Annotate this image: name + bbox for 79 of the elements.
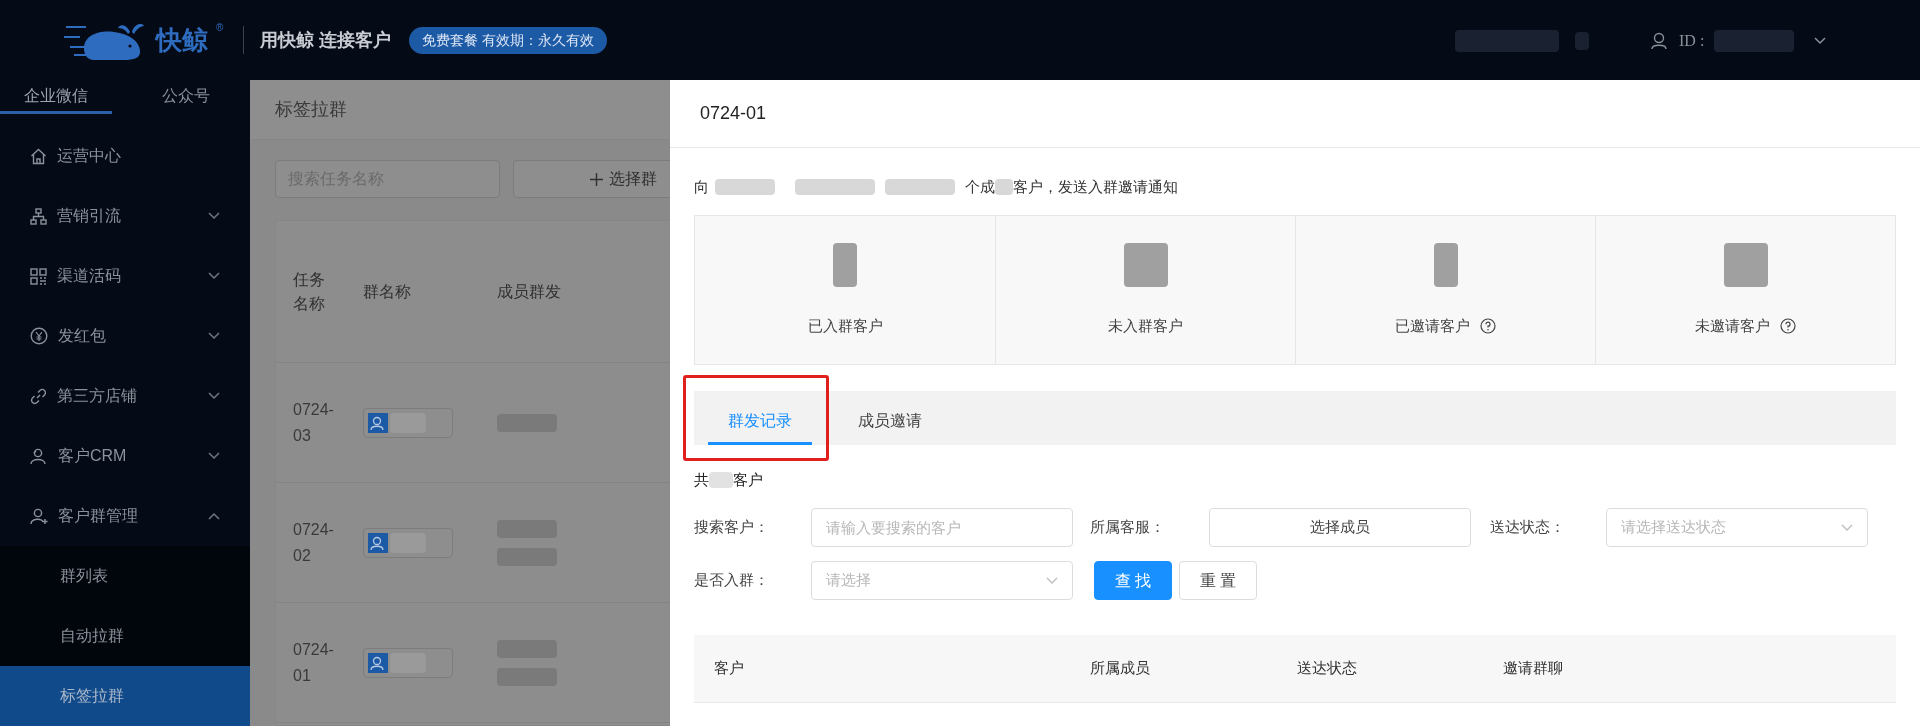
sidebar-menu-item[interactable]: 运营中心	[0, 126, 250, 186]
stat-label: 未入群客户	[1108, 315, 1183, 336]
stat-label: 未邀请客户	[1695, 315, 1770, 336]
user-id-label: ID :	[1679, 31, 1705, 51]
table-cell-text: 0724-03	[293, 399, 335, 446]
dropdown-chevron-icon	[1841, 523, 1853, 532]
account-dropdown-chevron-icon[interactable]	[1814, 37, 1827, 45]
help-icon[interactable]	[1480, 318, 1496, 334]
column-header: 客户	[713, 658, 745, 679]
blurred-block	[995, 179, 1013, 195]
registered-mark: ®	[216, 21, 224, 35]
users-icon	[30, 447, 48, 465]
customer-search-field[interactable]: 请输入要搜索的客户	[811, 508, 1073, 547]
sidebar-submenu-item[interactable]: 标签拉群	[0, 666, 250, 726]
expand-chevron-icon	[208, 452, 220, 460]
blurred-block	[709, 472, 733, 488]
logo-text: 快鲸	[156, 23, 208, 57]
column-header: 成员群发	[497, 281, 562, 302]
sidebar-menu-item[interactable]: 客户CRM	[0, 426, 250, 486]
sidebar-submenu-item[interactable]: 群列表	[0, 546, 250, 606]
column-header: 所属成员	[1090, 658, 1151, 679]
drawer-title: 0724-01	[700, 102, 767, 125]
sidebar-menu-item[interactable]: 营销引流	[0, 186, 250, 246]
notice-text: 向	[694, 176, 709, 197]
dropdown-chevron-icon	[1046, 576, 1058, 585]
yen-coin-icon	[30, 327, 48, 345]
blurred-block	[1433, 242, 1458, 287]
blurred-block	[1123, 242, 1168, 287]
drawer-tab[interactable]: 成员邀请	[838, 399, 942, 445]
home-icon	[30, 147, 47, 165]
expand-chevron-icon	[208, 332, 220, 340]
table-cell-text: 0724-02	[293, 519, 335, 566]
blurred-block	[1723, 242, 1768, 287]
plan-badge: 免费套餐 有效期：永久有效	[409, 26, 608, 54]
count-text: 共	[694, 469, 709, 490]
user-icon	[1651, 32, 1667, 50]
table-cell-text: 0724-01	[293, 639, 335, 686]
blurred-block	[1575, 32, 1589, 50]
link-icon	[30, 387, 47, 405]
count-text: 客户	[733, 469, 763, 490]
filter-label: 送达状态：	[1490, 517, 1566, 538]
blurred-block	[885, 179, 955, 195]
sidebar-submenu-item[interactable]: 自动拉群	[0, 606, 250, 666]
collapse-chevron-icon	[208, 512, 220, 520]
expand-chevron-icon	[208, 392, 220, 400]
sidebar-tab[interactable]: 公众号	[130, 80, 242, 114]
blurred-block	[715, 179, 775, 195]
qr-code-icon	[30, 267, 47, 285]
column-header: 邀请群聊	[1503, 658, 1564, 679]
column-header: 任务名称	[293, 269, 326, 314]
stat-label: 已邀请客户	[1395, 315, 1470, 336]
slogan: 用快鲸 连接客户	[260, 28, 392, 52]
filter-label: 搜索客户：	[694, 517, 770, 538]
filter-label: 所属客服：	[1090, 517, 1166, 538]
plus-icon	[589, 172, 603, 186]
filter-label: 是否入群：	[694, 570, 770, 591]
group-avatar-icon	[368, 412, 388, 433]
page-title: 标签拉群	[275, 98, 347, 121]
sidebar-tab[interactable]: 企业微信	[0, 80, 112, 114]
group-avatar-icon	[368, 652, 388, 673]
sidebar-menu-item[interactable]: 渠道活码	[0, 246, 250, 306]
search-button[interactable]: 查 找	[1094, 561, 1172, 600]
sidebar-menu-item[interactable]: 第三方店铺	[0, 366, 250, 426]
expand-chevron-icon	[208, 212, 220, 220]
sidebar-menu-item[interactable]: 客户群管理	[0, 486, 250, 546]
select-member-button[interactable]: 选择成员	[1209, 508, 1471, 547]
hierarchy-icon	[30, 207, 47, 225]
help-icon[interactable]	[1780, 318, 1796, 334]
users-add-icon	[30, 507, 48, 525]
reset-button[interactable]: 重 置	[1179, 561, 1257, 600]
notice-text: 客户，发送入群邀请通知	[1013, 176, 1178, 197]
sidebar-menu-item[interactable]: 发红包	[0, 306, 250, 366]
stat-label: 已入群客户	[807, 315, 883, 336]
column-header: 送达状态	[1297, 658, 1358, 679]
group-avatar-icon	[368, 532, 388, 553]
expand-chevron-icon	[208, 272, 220, 280]
blurred-block	[833, 242, 857, 287]
notice-text: 个成	[965, 176, 995, 197]
column-header: 群名称	[363, 281, 412, 302]
